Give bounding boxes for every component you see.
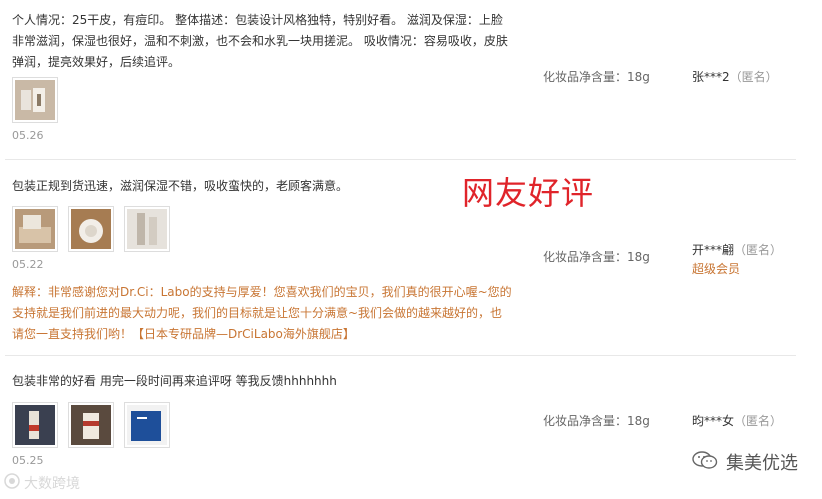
review-item: 包装非常的好看 用完一段时间再来追评呀 等我反馈hhhhhhh 05.25 化妆… <box>0 356 796 499</box>
review-text: 包装非常的好看 用完一段时间再来追评呀 等我反馈hhhhhhh <box>12 374 337 388</box>
reviewer-name: 开***翩（匿名） <box>692 241 782 258</box>
review-photos <box>12 206 170 252</box>
review-text: 包装正规到货迅速，滋润保湿不错，吸收蛮快的，老顾客满意。 <box>12 179 349 193</box>
watermark-bottom-right: 集美优选 <box>692 449 798 475</box>
watermark-bottom-left: 大数跨境 <box>4 473 80 493</box>
review-photo-thumbnail[interactable] <box>12 206 58 252</box>
review-item: 个人情况：25干皮，有痘印。 整体描述：包装设计风格独特，特别好看。 滋润及保湿… <box>0 0 796 160</box>
member-badge: 超级会员 <box>692 262 741 276</box>
review-photo-thumbnail[interactable] <box>68 206 114 252</box>
anonymous-label: （匿名） <box>734 414 783 428</box>
product-spec: 化妆品净含量：18g <box>543 414 650 428</box>
review-date: 05.25 <box>12 454 44 467</box>
review-photo-thumbnail[interactable] <box>12 77 58 123</box>
review-date: 05.26 <box>12 129 44 142</box>
reviewer-name: 张***2（匿名） <box>692 68 778 85</box>
watermark-text: 集美优选 <box>726 453 798 474</box>
reviewer-nickname: 张***2 <box>692 70 730 84</box>
review-photo-thumbnail[interactable] <box>124 402 170 448</box>
review-photo-thumbnail[interactable] <box>124 206 170 252</box>
review-photos <box>12 77 58 123</box>
review-photo-thumbnail[interactable] <box>68 402 114 448</box>
review-item: 包装正规到货迅速，滋润保湿不错，吸收蛮快的，老顾客满意。 05.22 解释：非常… <box>0 160 796 356</box>
seller-reply: 解释：非常感谢您对Dr.Ci：Labo的支持与厚爱！您喜欢我们的宝贝，我们真的很… <box>12 285 512 341</box>
anonymous-label: （匿名） <box>734 243 783 257</box>
review-text: 个人情况：25干皮，有痘印。 整体描述：包装设计风格独特，特别好看。 滋润及保湿… <box>12 13 508 69</box>
product-spec: 化妆品净含量：18g <box>543 250 650 264</box>
product-spec: 化妆品净含量：18g <box>543 70 650 84</box>
wechat-icon <box>692 450 718 475</box>
review-date: 05.22 <box>12 258 44 271</box>
reviewer-name: 昀***女（匿名） <box>692 412 782 429</box>
overlay-title: 网友好评 <box>462 174 595 212</box>
review-photo-thumbnail[interactable] <box>12 402 58 448</box>
anonymous-label: （匿名） <box>729 70 778 84</box>
watermark-logo-icon <box>4 473 20 493</box>
reviewer-nickname: 开***翩 <box>692 243 735 257</box>
review-photos <box>12 402 170 448</box>
watermark-text: 大数跨境 <box>24 476 80 492</box>
reviewer-nickname: 昀***女 <box>692 414 735 428</box>
